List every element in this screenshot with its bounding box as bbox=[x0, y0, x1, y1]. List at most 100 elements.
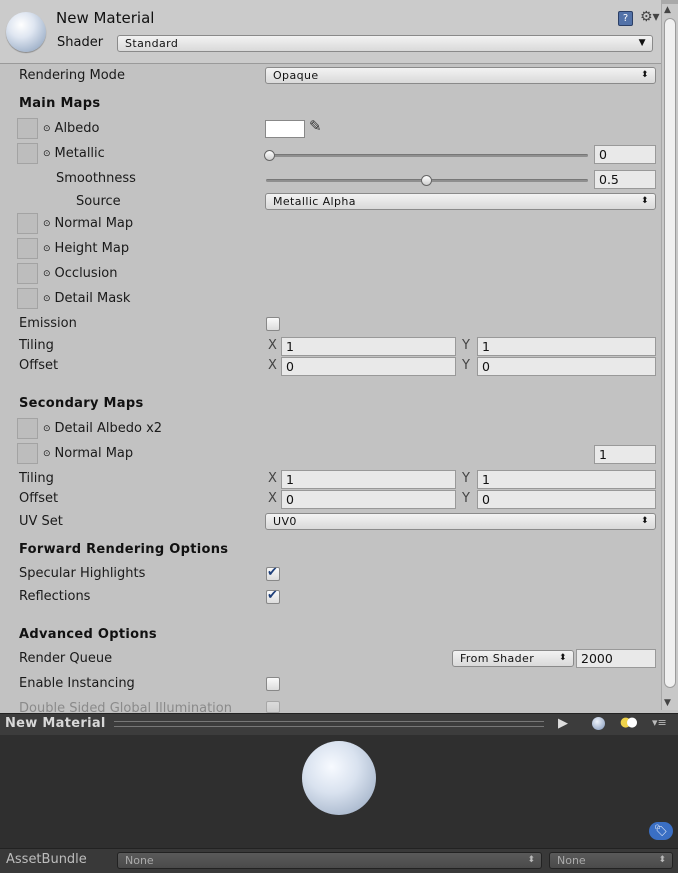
enable-instancing-label: Enable Instancing bbox=[19, 676, 135, 691]
normal-map-row[interactable]: ⊙ Normal Map bbox=[43, 216, 133, 231]
source-label: Source bbox=[76, 194, 121, 209]
gear-icon[interactable]: ⚙▾ bbox=[640, 10, 660, 24]
forward-rendering-heading: Forward Rendering Options bbox=[19, 542, 229, 557]
book-help-icon[interactable]: ? bbox=[618, 11, 633, 26]
emission-label: Emission bbox=[19, 316, 77, 331]
rendering-mode-label: Rendering Mode bbox=[19, 68, 125, 83]
metallic-slider-knob[interactable] bbox=[264, 150, 275, 161]
occlusion-row[interactable]: ⊙ Occlusion bbox=[43, 266, 118, 281]
detail-albedo-label: Detail Albedo x2 bbox=[54, 421, 163, 436]
secondary-offset-x-field[interactable]: 0 bbox=[281, 490, 456, 509]
detail-mask-row[interactable]: ⊙ Detail Mask bbox=[43, 291, 130, 306]
tiling-x-field[interactable]: 1 bbox=[281, 337, 456, 356]
occlusion-texture-slot[interactable] bbox=[17, 263, 38, 284]
object-picker-icon[interactable]: ⊙ bbox=[43, 244, 51, 254]
tiling-x-axis-label: X bbox=[268, 338, 277, 353]
asset-bundle-name-value: None bbox=[125, 854, 154, 867]
render-queue-value-field[interactable]: 2000 bbox=[576, 649, 656, 668]
occlusion-label: Occlusion bbox=[54, 266, 118, 281]
metallic-texture-slot[interactable] bbox=[17, 143, 38, 164]
normal-map-texture-slot[interactable] bbox=[17, 213, 38, 234]
object-picker-icon[interactable]: ⊙ bbox=[43, 269, 51, 279]
secondary-offset-y-field[interactable]: 0 bbox=[477, 490, 656, 509]
object-picker-icon[interactable]: ⊙ bbox=[43, 424, 51, 434]
albedo-row[interactable]: ⊙ Albedo bbox=[43, 121, 100, 136]
material-thumbnail bbox=[6, 12, 46, 52]
label-tag-icon[interactable]: 🏷 bbox=[649, 822, 673, 840]
menu-icon[interactable]: ▾≡ bbox=[652, 716, 667, 729]
metallic-label: Metallic bbox=[54, 146, 105, 161]
height-map-row[interactable]: ⊙ Height Map bbox=[43, 241, 129, 256]
height-map-label: Height Map bbox=[54, 241, 130, 256]
render-queue-mode-value: From Shader bbox=[460, 652, 535, 665]
secondary-normal-map-texture-slot[interactable] bbox=[17, 443, 38, 464]
metallic-row[interactable]: ⊙ Metallic bbox=[43, 146, 105, 161]
specular-highlights-checkbox[interactable] bbox=[266, 565, 280, 581]
albedo-label: Albedo bbox=[54, 121, 100, 136]
uv-set-dropdown[interactable]: UV0 ⬍ bbox=[265, 513, 656, 530]
double-sided-gi-label: Double Sided Global Illumination bbox=[19, 701, 232, 713]
offset-label: Offset bbox=[19, 358, 59, 373]
smoothness-slider-knob[interactable] bbox=[421, 175, 432, 186]
albedo-texture-slot[interactable] bbox=[17, 118, 38, 139]
shader-dropdown[interactable]: Standard ▼ bbox=[117, 35, 653, 52]
updown-arrow-icon: ⬍ bbox=[641, 516, 649, 526]
object-picker-icon[interactable]: ⊙ bbox=[43, 124, 51, 134]
secondary-tiling-y-field[interactable]: 1 bbox=[477, 470, 656, 489]
reflections-checkbox[interactable] bbox=[266, 588, 280, 604]
uv-set-label: UV Set bbox=[19, 514, 63, 529]
updown-arrow-icon: ⬍ bbox=[527, 855, 535, 865]
scroll-down-icon[interactable]: ▼ bbox=[664, 698, 671, 708]
sphere-icon[interactable] bbox=[592, 717, 605, 730]
double-sided-gi-checkbox bbox=[266, 701, 280, 713]
height-map-texture-slot[interactable] bbox=[17, 238, 38, 259]
scrollbar-thumb[interactable] bbox=[664, 18, 676, 688]
scroll-up-icon[interactable]: ▲ bbox=[664, 5, 671, 15]
secondary-tiling-label: Tiling bbox=[19, 471, 54, 486]
offset-y-axis-label: Y bbox=[462, 358, 470, 373]
detail-mask-label: Detail Mask bbox=[54, 291, 131, 306]
rendering-mode-dropdown[interactable]: Opaque ⬍ bbox=[265, 67, 656, 84]
asset-bundle-variant-value: None bbox=[557, 854, 586, 867]
shader-label: Shader bbox=[57, 35, 104, 50]
secondary-offset-label: Offset bbox=[19, 491, 59, 506]
render-queue-mode-dropdown[interactable]: From Shader ⬍ bbox=[452, 650, 574, 667]
enable-instancing-checkbox[interactable] bbox=[266, 677, 280, 691]
detail-albedo-row[interactable]: ⊙ Detail Albedo x2 bbox=[43, 421, 162, 436]
asset-bundle-variant-dropdown[interactable]: None ⬍ bbox=[549, 852, 673, 869]
object-picker-icon[interactable]: ⊙ bbox=[43, 219, 51, 229]
metallic-slider-track[interactable] bbox=[266, 154, 588, 157]
rendering-mode-value: Opaque bbox=[273, 69, 319, 82]
smoothness-value-field[interactable]: 0.5 bbox=[594, 170, 656, 189]
secondary-tiling-x-field[interactable]: 1 bbox=[281, 470, 456, 489]
secondary-tiling-x-axis-label: X bbox=[268, 471, 277, 486]
secondary-normal-map-row[interactable]: ⊙ Normal Map bbox=[43, 446, 133, 461]
play-icon[interactable]: ▶ bbox=[558, 716, 568, 731]
eyedropper-icon[interactable]: ✎ bbox=[309, 117, 322, 135]
render-queue-label: Render Queue bbox=[19, 651, 113, 666]
offset-y-field[interactable]: 0 bbox=[477, 357, 656, 376]
specular-highlights-label: Specular Highlights bbox=[19, 566, 146, 581]
secondary-normal-scale-field[interactable]: 1 bbox=[594, 445, 656, 464]
detail-albedo-texture-slot[interactable] bbox=[17, 418, 38, 439]
lights-icon[interactable]: ●● bbox=[620, 715, 638, 730]
metallic-value-field[interactable]: 0 bbox=[594, 145, 656, 164]
preview-sphere[interactable] bbox=[302, 741, 376, 815]
source-dropdown[interactable]: Metallic Alpha ⬍ bbox=[265, 193, 656, 210]
updown-arrow-icon: ⬍ bbox=[658, 855, 666, 865]
asset-bundle-name-dropdown[interactable]: None ⬍ bbox=[117, 852, 542, 869]
object-picker-icon[interactable]: ⊙ bbox=[43, 294, 51, 304]
updown-arrow-icon: ⬍ bbox=[641, 196, 649, 206]
offset-x-field[interactable]: 0 bbox=[281, 357, 456, 376]
object-picker-icon[interactable]: ⊙ bbox=[43, 449, 51, 459]
object-picker-icon[interactable]: ⊙ bbox=[43, 149, 51, 159]
albedo-color-swatch[interactable] bbox=[265, 120, 305, 138]
main-maps-heading: Main Maps bbox=[19, 96, 101, 111]
source-value: Metallic Alpha bbox=[273, 195, 356, 208]
smoothness-label: Smoothness bbox=[56, 171, 136, 186]
detail-mask-texture-slot[interactable] bbox=[17, 288, 38, 309]
emission-checkbox[interactable] bbox=[266, 317, 280, 331]
preview-drag-handle[interactable] bbox=[114, 721, 544, 727]
material-title: New Material bbox=[56, 9, 155, 27]
tiling-y-field[interactable]: 1 bbox=[477, 337, 656, 356]
